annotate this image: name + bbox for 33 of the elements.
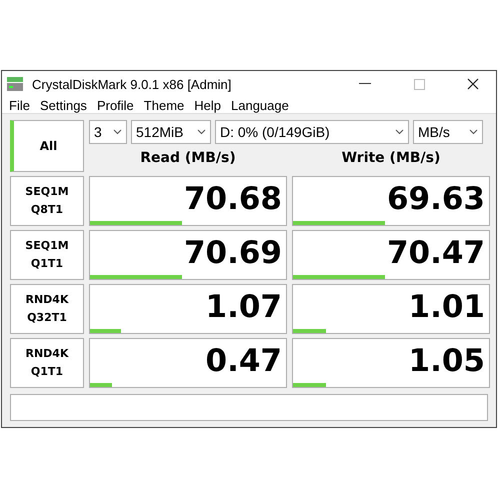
menu-item[interactable]: Profile: [92, 98, 139, 112]
test-button[interactable]: SEQ1M Q1T1: [10, 230, 84, 280]
chevron-icon: [197, 129, 206, 135]
score-value: 70.68: [184, 181, 283, 219]
menu-item[interactable]: Language: [226, 98, 294, 112]
dropdown[interactable]: MB/s: [413, 120, 483, 144]
test-button[interactable]: RND4K Q32T1: [10, 284, 84, 334]
all-button[interactable]: All: [10, 120, 84, 172]
score-value: 1.05: [408, 343, 486, 381]
minimize-icon[interactable]: [359, 83, 371, 85]
chevron-icon: [469, 129, 478, 135]
menu-item[interactable]: Theme: [138, 98, 190, 112]
disk-icon: [6, 75, 24, 93]
test-button[interactable]: RND4K Q1T1: [10, 338, 84, 388]
chevron-icon: [113, 129, 122, 135]
score-value: 0.47: [206, 343, 283, 381]
test-button[interactable]: SEQ1M Q8T1: [10, 176, 84, 226]
menu-item[interactable]: Settings: [34, 98, 92, 112]
score-value: 69.63: [386, 181, 486, 219]
score-value: 70.47: [386, 235, 486, 273]
column-header: Read (MB/s): [140, 150, 236, 166]
chevron-icon: [395, 129, 404, 135]
column-header: Write (MB/s): [342, 150, 440, 166]
menu-item[interactable]: File: [4, 98, 35, 112]
menu-item[interactable]: Help: [189, 98, 226, 112]
dropdown[interactable]: 512MiB: [131, 120, 211, 144]
close-icon[interactable]: [467, 78, 479, 90]
dropdown[interactable]: 3: [89, 120, 127, 144]
score-value: 70.69: [184, 235, 283, 273]
window-title: CrystalDiskMark 9.0.1 x86 [Admin]: [32, 76, 232, 92]
dropdown[interactable]: D: 0% (0/149GiB): [215, 120, 409, 144]
score-value: 1.01: [408, 289, 486, 327]
score-value: 1.07: [206, 289, 283, 327]
